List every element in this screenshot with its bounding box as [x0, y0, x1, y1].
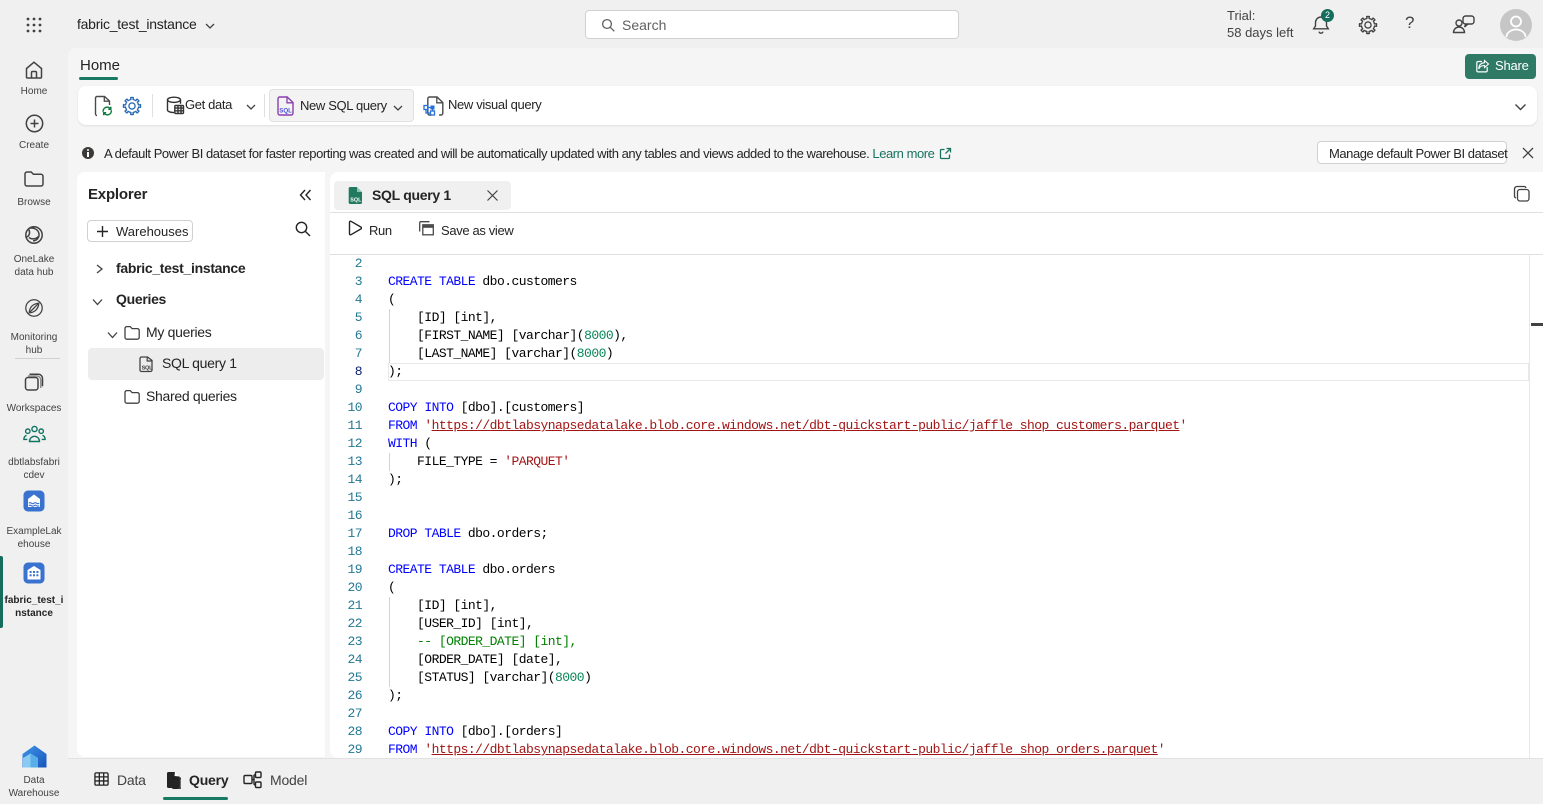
svg-text:SQL: SQL	[142, 366, 153, 372]
svg-text:SQL: SQL	[350, 198, 362, 204]
svg-text:SQL: SQL	[279, 108, 292, 115]
